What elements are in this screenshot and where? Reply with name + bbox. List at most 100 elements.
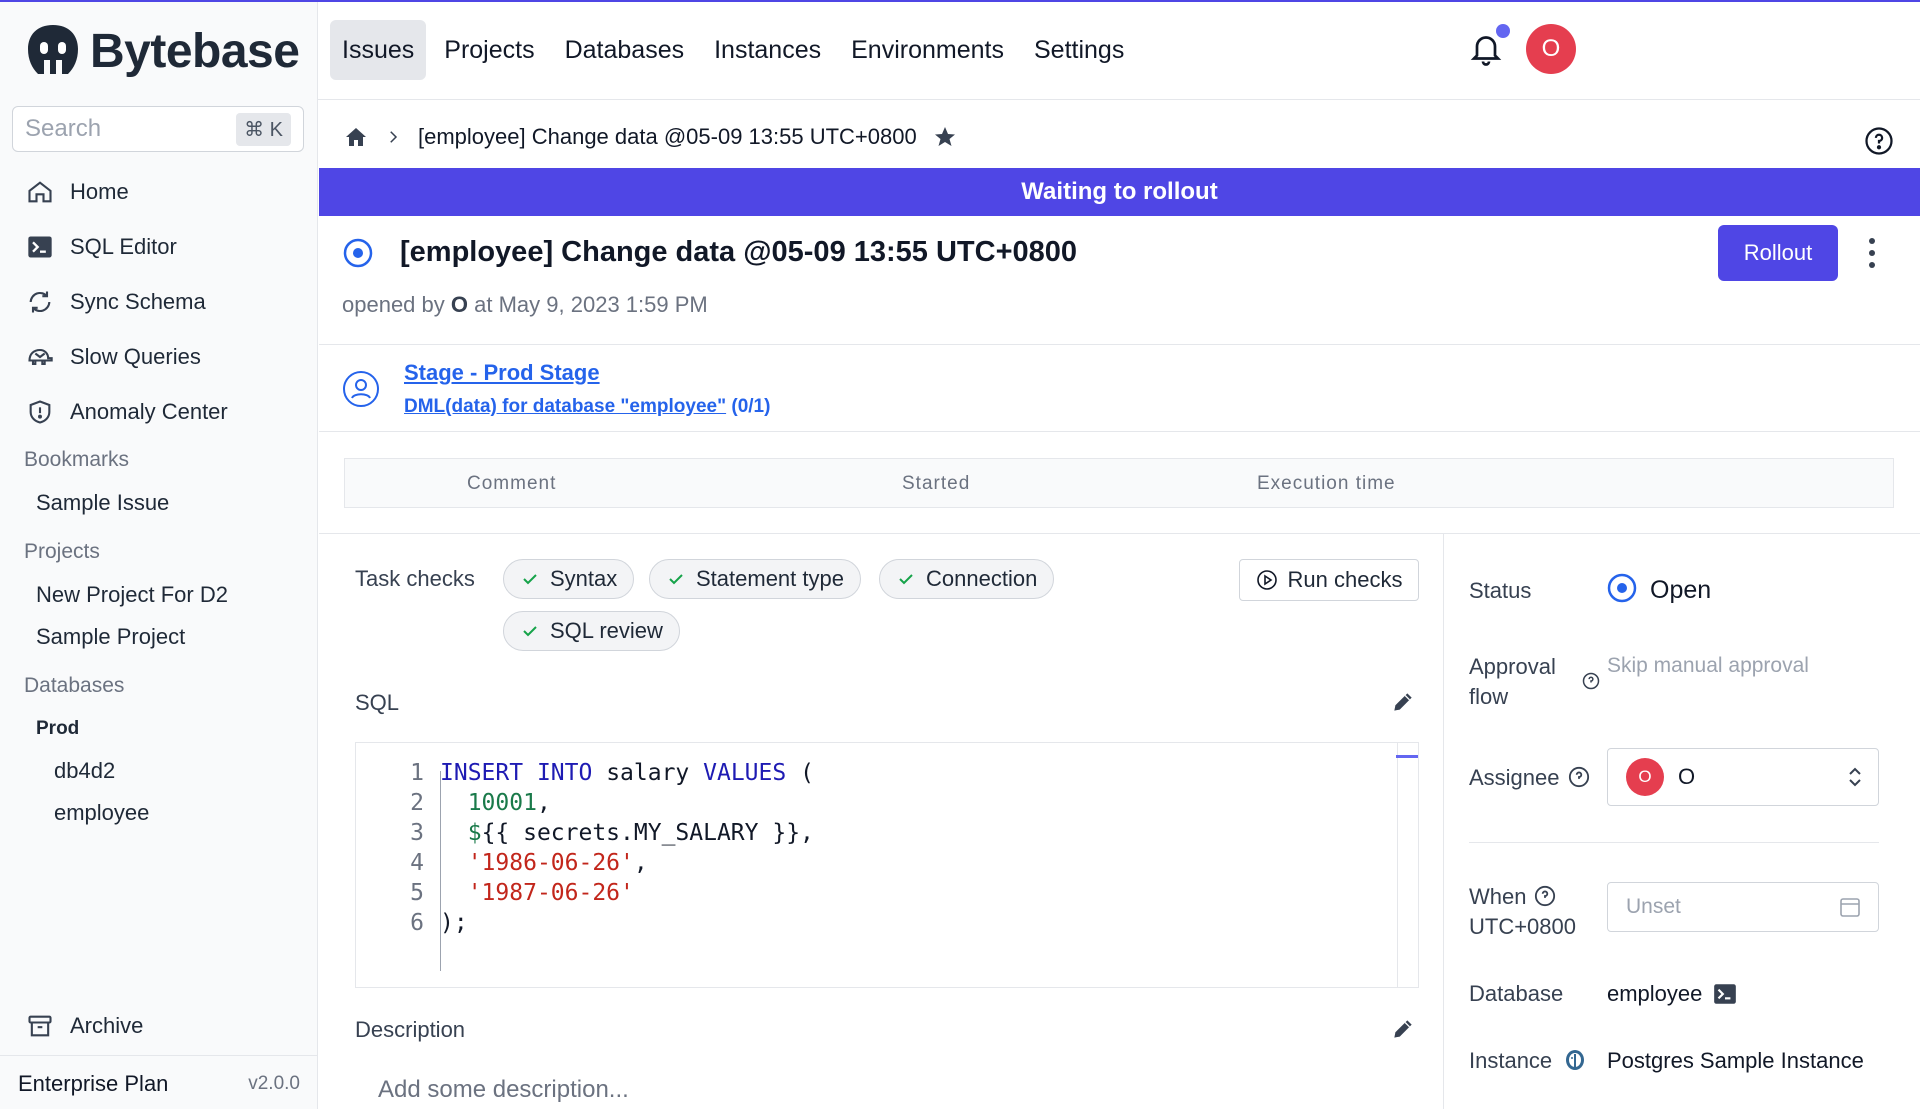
column-header-started: Started <box>902 473 971 494</box>
user-avatar[interactable]: O <box>1526 24 1576 74</box>
database-item[interactable]: employee <box>54 800 149 826</box>
task-count: (0/1) <box>731 396 771 417</box>
tab-environments[interactable]: Environments <box>839 20 1016 80</box>
pencil-icon[interactable] <box>1390 1016 1416 1042</box>
sidebar-item-label: SQL Editor <box>70 233 177 259</box>
environment-item[interactable]: Prod <box>36 718 79 740</box>
home-icon[interactable] <box>344 125 368 149</box>
tab-settings[interactable]: Settings <box>1022 20 1136 80</box>
help-icon[interactable] <box>1864 126 1894 156</box>
stage-link[interactable]: Stage - Prod Stage <box>404 360 600 386</box>
search-shortcut: ⌘ K <box>236 112 291 146</box>
approval-value: Skip manual approval <box>1607 654 1809 677</box>
terminal-icon <box>28 236 52 257</box>
bookmarks-title: Bookmarks <box>24 448 130 471</box>
tab-databases[interactable]: Databases <box>553 20 697 80</box>
sidebar-item-label: Sync Schema <box>70 288 206 314</box>
pencil-icon[interactable] <box>1390 689 1416 715</box>
task-runs-header: Comment Started Execution time <box>344 458 1894 508</box>
chevron-right-icon <box>390 131 398 143</box>
archive-label: Archive <box>70 1013 144 1038</box>
help-icon[interactable] <box>1568 766 1590 788</box>
database-item[interactable]: db4d2 <box>54 758 115 784</box>
nav-tabs: Issues Projects Databases Instances Envi… <box>330 20 1136 80</box>
assignee-select[interactable]: O O <box>1607 748 1879 806</box>
more-options-icon[interactable] <box>1858 234 1886 272</box>
shield-icon <box>29 399 51 424</box>
archive-link[interactable]: Archive <box>26 1012 143 1040</box>
top-nav: Issues Projects Databases Instances Envi… <box>318 2 1920 100</box>
assignee-label: Assignee <box>1469 765 1560 790</box>
instance-value[interactable]: Postgres Sample Instance <box>1607 1048 1864 1074</box>
task-link[interactable]: DML(data) for database "employee" (0/1) <box>404 396 770 418</box>
help-icon[interactable] <box>1534 885 1556 907</box>
check-chip-connection[interactable]: Connection <box>879 559 1055 599</box>
chevron-up-down-icon <box>1849 767 1861 787</box>
status-label: Status <box>1469 578 1532 603</box>
task-checks-label: Task checks <box>355 566 475 591</box>
postgres-icon <box>1566 1050 1584 1070</box>
check-label: Statement type <box>696 566 844 591</box>
sidebar-item-sync-schema[interactable]: Sync Schema <box>0 274 318 329</box>
check-icon <box>523 574 537 585</box>
sidebar-item-sql-editor[interactable]: SQL Editor <box>0 219 318 274</box>
tab-projects[interactable]: Projects <box>432 20 546 80</box>
terminal-icon[interactable] <box>1712 981 1738 1007</box>
bookmark-item[interactable]: Sample Issue <box>36 490 169 516</box>
sidebar-item-anomaly-center[interactable]: Anomaly Center <box>0 384 318 439</box>
status-open-icon <box>1607 573 1637 603</box>
breadcrumb-current: [employee] Change data @05-09 13:55 UTC+… <box>418 124 917 149</box>
project-item[interactable]: New Project For D2 <box>36 582 228 608</box>
plan-name: Enterprise Plan <box>18 1070 169 1096</box>
check-icon <box>523 626 537 637</box>
status-banner: Waiting to rollout <box>319 168 1920 216</box>
user-circle-icon <box>343 371 379 407</box>
search-input[interactable]: Search ⌘ K <box>12 106 304 152</box>
description-label: Description <box>355 1017 466 1042</box>
approval-label: Approval <box>1469 654 1556 679</box>
tab-instances[interactable]: Instances <box>702 20 833 80</box>
calendar-icon <box>1840 898 1860 917</box>
breadcrumb: [employee] Change data @05-09 13:55 UTC+… <box>344 124 957 150</box>
logo-text: Bytebase <box>90 24 300 78</box>
sidebar-item-slow-queries[interactable]: Slow Queries <box>0 329 318 384</box>
opened-suffix: at May 9, 2023 1:59 PM <box>474 292 708 317</box>
check-label: Connection <box>926 566 1038 591</box>
check-chip-statement-type[interactable]: Statement type <box>649 559 861 599</box>
divider <box>319 344 1920 345</box>
turtle-icon <box>28 348 53 365</box>
opened-by: O <box>450 292 469 317</box>
instance-label: Instance <box>1469 1048 1553 1073</box>
when-date-input[interactable]: Unset <box>1607 882 1879 932</box>
run-checks-button[interactable]: Run checks <box>1239 559 1419 601</box>
assignee-name: O <box>1678 764 1696 789</box>
column-header-comment: Comment <box>467 473 557 494</box>
sidebar-item-home[interactable]: Home <box>0 164 318 219</box>
code-line: 6); <box>356 905 1418 941</box>
database-name[interactable]: employee <box>1607 981 1702 1007</box>
help-icon[interactable] <box>1582 672 1600 690</box>
star-icon[interactable] <box>933 125 957 149</box>
plan-footer[interactable]: Enterprise Plan v2.0.0 <box>0 1055 318 1109</box>
divider <box>1469 842 1879 843</box>
opened-prefix: opened by <box>342 292 445 317</box>
check-label: Syntax <box>550 566 618 591</box>
home-icon <box>28 180 52 202</box>
task-name[interactable]: DML(data) for database "employee" <box>404 396 726 417</box>
tab-issues[interactable]: Issues <box>330 20 427 80</box>
description-input[interactable]: Add some description... <box>378 1076 629 1104</box>
check-icon <box>899 574 913 585</box>
logo[interactable]: Bytebase <box>24 22 300 80</box>
database-value[interactable]: employee <box>1607 981 1738 1007</box>
issue-title[interactable]: [employee] Change data @05-09 13:55 UTC+… <box>400 236 1077 269</box>
sql-label: SQL <box>355 690 400 715</box>
project-item[interactable]: Sample Project <box>36 624 185 650</box>
check-chip-syntax[interactable]: Syntax <box>503 559 635 599</box>
sidebar-nav: Home SQL Editor Sync Schema Slow Queries… <box>0 164 318 439</box>
issue-status-icon <box>343 238 373 268</box>
sql-editor[interactable]: 1 INSERT INTO salary VALUES (2 10001, 3 ${… <box>355 742 1419 988</box>
check-label: SQL review <box>550 618 663 643</box>
check-chip-sql-review[interactable]: SQL review <box>503 611 680 651</box>
sync-icon <box>29 291 51 312</box>
rollout-button[interactable]: Rollout <box>1718 225 1838 281</box>
